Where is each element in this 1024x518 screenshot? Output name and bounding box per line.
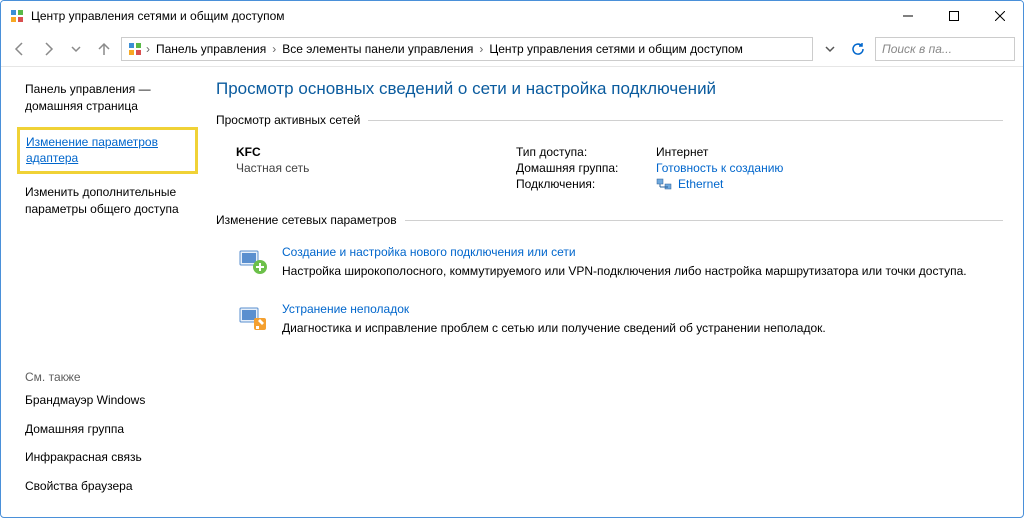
network-identity: KFC Частная сеть [236,145,516,193]
network-type: Частная сеть [236,161,516,175]
breadcrumb-item[interactable]: Центр управления сетями и общим доступом [485,42,747,56]
access-type-value: Интернет [656,145,708,159]
see-also-heading: См. также [25,370,190,384]
network-row: KFC Частная сеть Тип доступа: Интернет Д… [216,131,1003,213]
task-new-connection: Создание и настройка нового подключения … [216,237,1003,294]
forward-button[interactable] [37,38,59,60]
window-title: Центр управления сетями и общим доступом [31,9,885,23]
sidebar-firewall[interactable]: Брандмауэр Windows [25,392,190,409]
navbar: › Панель управления › Все элементы панел… [1,31,1023,67]
change-settings-label: Изменение сетевых параметров [216,213,1003,227]
back-button[interactable] [9,38,31,60]
section-text: Просмотр активных сетей [216,113,360,127]
breadcrumb-item[interactable]: Все элементы панели управления [278,42,477,56]
breadcrumb-item[interactable]: Панель управления [152,42,270,56]
page-title: Просмотр основных сведений о сети и наст… [216,79,1003,99]
chevron-right-icon: › [146,42,150,56]
breadcrumb[interactable]: › Панель управления › Все элементы панел… [121,37,813,61]
task-troubleshoot: Устранение неполадок Диагностика и испра… [216,294,1003,351]
body: Панель управления — домашняя страница Из… [1,67,1023,517]
task-title[interactable]: Создание и настройка нового подключения … [282,245,1003,259]
tasks: Создание и настройка нового подключения … [216,231,1003,351]
sidebar-sharing-settings[interactable]: Изменить дополнительные параметры общего… [25,184,190,218]
network-details: Тип доступа: Интернет Домашняя группа: Г… [516,145,783,193]
recent-dropdown[interactable] [65,38,87,60]
divider [368,120,1003,121]
close-button[interactable] [977,1,1023,31]
task-title[interactable]: Устранение неполадок [282,302,1003,316]
connections-label: Подключения: [516,177,656,191]
sidebar-browser-props[interactable]: Свойства браузера [25,478,190,495]
active-networks-label: Просмотр активных сетей [216,113,1003,127]
network-name: KFC [236,145,516,159]
divider [405,220,1003,221]
sidebar: Панель управления — домашняя страница Из… [1,67,206,517]
chevron-right-icon: › [479,42,483,56]
access-type-label: Тип доступа: [516,145,656,159]
window-controls [885,1,1023,31]
connection-link[interactable]: Ethernet [678,177,723,191]
troubleshoot-icon [236,302,268,334]
search-input[interactable] [880,41,1024,57]
refresh-button[interactable] [847,38,869,60]
maximize-button[interactable] [931,1,977,31]
task-desc: Настройка широкополосного, коммутируемог… [282,263,1003,280]
network-center-icon [9,8,25,24]
chevron-right-icon: › [272,42,276,56]
task-desc: Диагностика и исправление проблем с сеть… [282,320,1003,337]
minimize-button[interactable] [885,1,931,31]
search-box[interactable] [875,37,1015,61]
control-panel-icon [126,40,144,58]
sidebar-adapter-settings[interactable]: Изменение параметров адаптера [26,134,189,168]
sidebar-homegroup[interactable]: Домашняя группа [25,421,190,438]
sidebar-home[interactable]: Панель управления — домашняя страница [25,81,190,115]
address-dropdown[interactable] [819,38,841,60]
section-text: Изменение сетевых параметров [216,213,397,227]
window-frame: Центр управления сетями и общим доступом [0,0,1024,518]
main-content: Просмотр основных сведений о сети и наст… [206,67,1023,517]
titlebar: Центр управления сетями и общим доступом [1,1,1023,31]
homegroup-link[interactable]: Готовность к созданию [656,161,783,175]
up-button[interactable] [93,38,115,60]
highlighted-link-box: Изменение параметров адаптера [17,127,198,175]
sidebar-infrared[interactable]: Инфракрасная связь [25,449,190,466]
homegroup-label: Домашняя группа: [516,161,656,175]
ethernet-icon [656,178,672,190]
new-connection-icon [236,245,268,277]
